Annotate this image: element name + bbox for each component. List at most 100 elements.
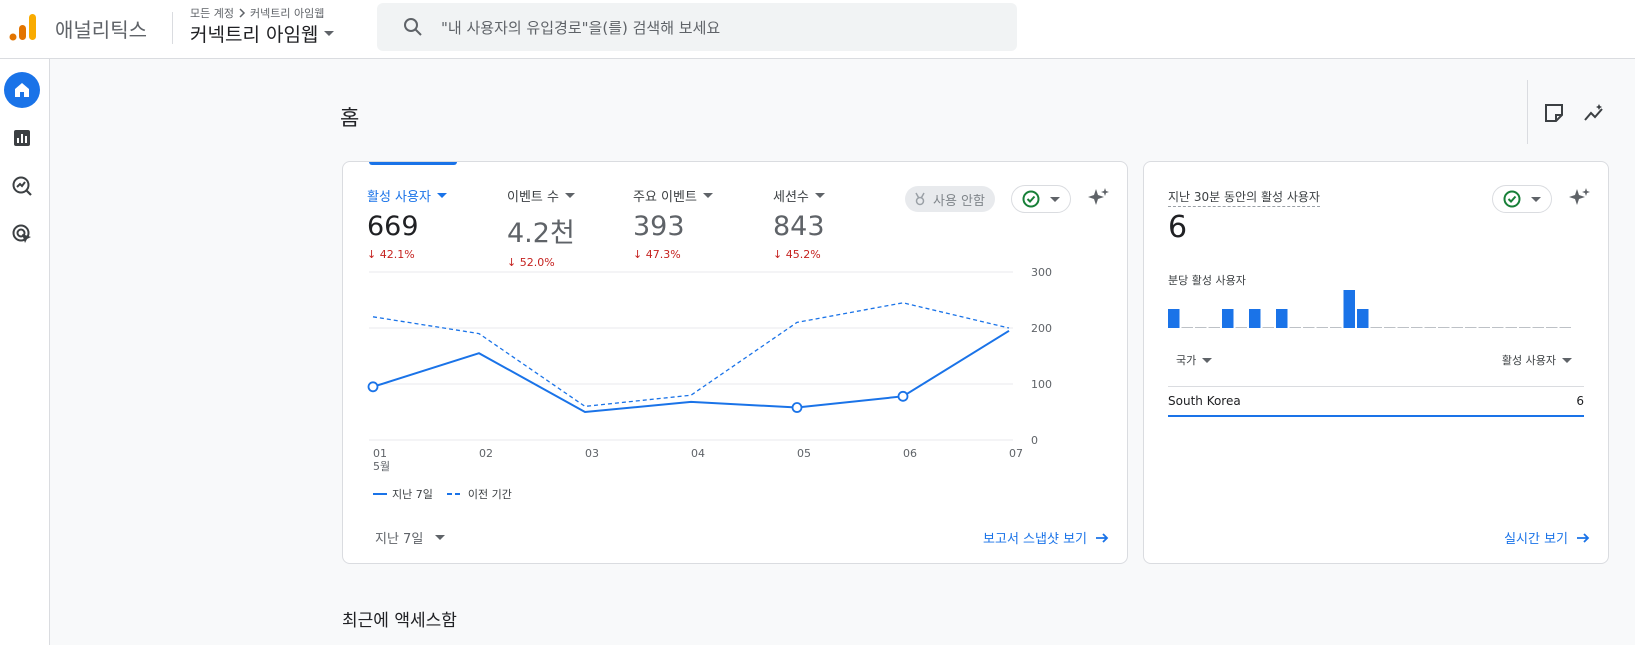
- metric-sessions[interactable]: 세션수 843 ↓ 45.2%: [773, 186, 825, 261]
- explore-icon: [12, 176, 32, 196]
- disabled-badge: 사용 안함: [905, 186, 995, 212]
- check-circle-icon: [1022, 190, 1040, 208]
- metric-event-count[interactable]: 이벤트 수 4.2천 ↓ 52.0%: [507, 186, 575, 269]
- metric-delta-value: 42.1%: [379, 248, 415, 261]
- report-snapshot-link[interactable]: 보고서 스냅샷 보기: [983, 528, 1109, 547]
- property-selector[interactable]: 커넥트리 아임웹: [190, 20, 335, 47]
- data-point: [791, 402, 803, 413]
- caret-down-icon: [1202, 357, 1213, 363]
- minute-bar: [1411, 327, 1423, 328]
- realtime-status-dropdown[interactable]: [1492, 185, 1552, 213]
- breadcrumb-root: 모든 계정: [190, 7, 234, 20]
- metric-value: 393: [633, 211, 685, 242]
- arrow-right-icon: [1096, 532, 1109, 543]
- caret-down-icon: [1050, 196, 1060, 202]
- realtime-label[interactable]: 지난 30분 동안의 활성 사용자: [1168, 188, 1320, 207]
- page-title: 홈: [340, 106, 360, 130]
- property-name: 커넥트리 아임웹: [190, 24, 319, 46]
- x-tick-label: 04: [691, 447, 705, 460]
- y-tick-label: 200: [1031, 322, 1052, 335]
- top-bar: 애널리틱스 모든 계정 커넥트리 아임웹 커넥트리 아임웹 "내 사용자의 유입…: [0, 0, 1635, 59]
- app-name: 애널리틱스: [55, 18, 147, 42]
- caret-down-icon: [814, 193, 825, 198]
- realtime-card: 지난 30분 동안의 활성 사용자 6 분당 활성 사용자 국가 활성 사용자 …: [1143, 161, 1609, 564]
- minute-bar: [1559, 327, 1571, 328]
- insights-icon[interactable]: [1583, 102, 1605, 124]
- metric-label: 활성 사용자: [367, 190, 431, 205]
- period-label: 지난 7일: [375, 532, 424, 547]
- y-tick-label: 100: [1031, 378, 1052, 391]
- analytics-logo-icon[interactable]: [8, 12, 38, 42]
- divider: [172, 12, 173, 44]
- search-input[interactable]: "내 사용자의 유입경로"을(를) 검색해 보세요: [441, 17, 720, 38]
- minute-bar: [1208, 327, 1220, 328]
- metric-delta-value: 47.3%: [645, 248, 681, 261]
- realtime-value: 6: [1168, 210, 1188, 245]
- minute-bar: [1384, 327, 1396, 328]
- minute-bar: [1357, 309, 1369, 328]
- nav-explore[interactable]: [4, 168, 40, 204]
- search-bar[interactable]: "내 사용자의 유입경로"을(를) 검색해 보세요: [377, 3, 1017, 51]
- minute-bar: [1438, 327, 1450, 328]
- recent-section-title: 최근에 액세스함: [342, 611, 457, 631]
- minute-bar: [1492, 327, 1504, 328]
- metric-delta-value: 45.2%: [785, 248, 821, 261]
- users-cell: 6: [1576, 394, 1584, 408]
- report-snapshot-label: 보고서 스냅샷 보기: [983, 532, 1087, 547]
- minute-bar: [1181, 327, 1193, 328]
- caret-down-icon: [702, 193, 713, 198]
- active-users-column-header[interactable]: 활성 사용자: [1502, 352, 1572, 368]
- metric-label-row: 주요 이벤트: [633, 186, 713, 205]
- legend-dashed-swatch: [446, 493, 463, 495]
- left-nav-rail: [0, 59, 50, 645]
- minute-bar: [1168, 309, 1180, 328]
- minute-bar: [1478, 327, 1490, 328]
- home-icon: [15, 83, 29, 97]
- legend-solid-swatch: [373, 493, 387, 495]
- x-tick-label: 06: [903, 447, 917, 460]
- minute-bar: [1303, 327, 1315, 328]
- legend-current-label: 지난 7일: [392, 488, 433, 501]
- minute-bar: [1465, 327, 1477, 328]
- comparison-status-dropdown[interactable]: [1011, 185, 1071, 213]
- metric-label: 주요 이벤트: [633, 190, 697, 205]
- breadcrumb[interactable]: 모든 계정 커넥트리 아임웹: [190, 5, 324, 21]
- country-column-header[interactable]: 국가: [1176, 352, 1213, 368]
- metric-delta: ↓ 45.2%: [773, 248, 821, 261]
- realtime-link[interactable]: 실시간 보기: [1504, 528, 1590, 547]
- active-tab-indicator: [369, 162, 457, 165]
- nav-advertising[interactable]: [4, 216, 40, 252]
- caret-down-icon: [435, 535, 446, 540]
- legend-current: 지난 7일: [373, 486, 433, 502]
- x-tick-label: 05: [797, 447, 811, 460]
- metric-label: 세션수: [773, 190, 809, 205]
- minute-bar: [1424, 327, 1436, 328]
- minute-bar: [1546, 327, 1558, 328]
- caret-down-icon: [1531, 196, 1541, 202]
- nav-home[interactable]: [4, 72, 40, 108]
- caret-down-icon: [1562, 357, 1572, 363]
- active-users-header-label: 활성 사용자: [1501, 354, 1556, 367]
- medal-icon: [915, 192, 925, 206]
- minute-bar: [1397, 327, 1409, 328]
- metric-key-events[interactable]: 주요 이벤트 393 ↓ 47.3%: [633, 186, 713, 261]
- chart-legend: 지난 7일 이전 기간: [373, 486, 512, 502]
- x-tick-label: 02: [479, 447, 493, 460]
- country-cell: South Korea: [1168, 394, 1241, 408]
- note-icon[interactable]: [1543, 102, 1565, 124]
- data-point: [897, 390, 909, 402]
- period-selector[interactable]: 지난 7일: [375, 528, 446, 547]
- metric-active-users[interactable]: 활성 사용자 669 ↓ 42.1%: [367, 186, 447, 261]
- minute-bar: [1370, 327, 1382, 328]
- sparkle-icon[interactable]: [1567, 186, 1591, 210]
- y-tick-label: 0: [1031, 434, 1038, 447]
- minute-bar: [1343, 290, 1355, 328]
- table-row: South Korea 6: [1168, 394, 1584, 408]
- nav-reports[interactable]: [4, 120, 40, 156]
- metric-label-row: 활성 사용자: [367, 186, 447, 205]
- minute-bar: [1222, 309, 1234, 328]
- metric-value: 4.2천: [507, 218, 575, 249]
- metric-label-row: 세션수: [773, 186, 825, 205]
- x-tick-label: 07: [1009, 447, 1023, 460]
- sparkle-icon[interactable]: [1086, 186, 1110, 210]
